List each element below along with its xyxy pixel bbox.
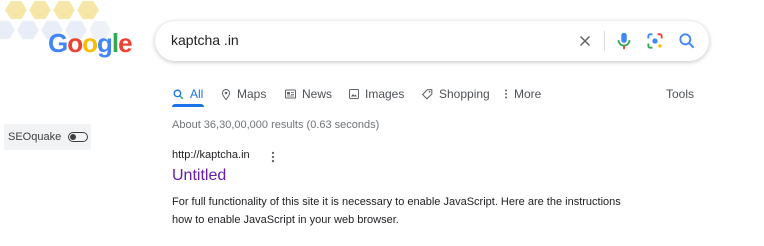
camera-lens-icon[interactable] [645, 31, 665, 51]
tab-label: News [302, 87, 333, 101]
google-logo[interactable]: Google [48, 28, 133, 59]
active-tab-indicator [172, 104, 204, 107]
newspaper-icon [285, 89, 296, 99]
snippet-line: how to enable JavaScript in your web bro… [172, 214, 399, 226]
tab-images[interactable]: Images [348, 82, 404, 106]
logo-letter: o [67, 28, 83, 58]
tab-more[interactable]: More [503, 82, 541, 106]
result-stats: About 36,30,00,000 results (0.63 seconds… [172, 119, 380, 131]
tab-label: Maps [237, 87, 267, 101]
tab-all[interactable]: All [172, 82, 203, 106]
seoquake-panel: SEOquake [4, 124, 91, 150]
search-icon [173, 89, 184, 99]
logo-letter: o [82, 28, 98, 58]
tab-maps[interactable]: Maps [220, 82, 266, 106]
logo-letter: g [97, 28, 113, 58]
tab-label: All [190, 87, 204, 101]
more-vert-icon [505, 89, 507, 99]
tab-label: More [514, 87, 542, 101]
map-pin-icon [221, 88, 231, 100]
toggle-knob [70, 133, 76, 140]
tag-icon [422, 88, 433, 99]
search-input[interactable]: kaptcha .in [171, 32, 239, 48]
search-icon[interactable] [677, 31, 697, 51]
tools-button[interactable]: Tools [666, 82, 694, 106]
tab-label: Images [365, 87, 405, 101]
seoquake-label: SEOquake [8, 131, 62, 143]
close-icon[interactable] [576, 32, 594, 50]
result-url[interactable]: http://kaptcha.in [172, 149, 642, 161]
tab-news[interactable]: News [284, 82, 332, 106]
mic-icon[interactable] [613, 30, 635, 52]
tab-label: Shopping [439, 87, 490, 101]
search-divider [604, 31, 605, 51]
result-title-link[interactable]: Untitled [172, 167, 226, 185]
logo-letter: G [48, 28, 68, 58]
search-box[interactable]: kaptcha .in [155, 21, 709, 61]
more-vert-icon[interactable] [268, 150, 278, 164]
tab-shopping[interactable]: Shopping [421, 82, 490, 106]
logo-letter: e [118, 28, 133, 58]
search-result: http://kaptcha.in Untitled For full func… [172, 149, 642, 226]
snippet-line: For full functionality of this site it i… [172, 196, 621, 208]
result-snippet: For full functionality of this site it i… [172, 193, 642, 229]
seoquake-toggle[interactable] [68, 132, 88, 142]
image-icon [349, 89, 359, 99]
